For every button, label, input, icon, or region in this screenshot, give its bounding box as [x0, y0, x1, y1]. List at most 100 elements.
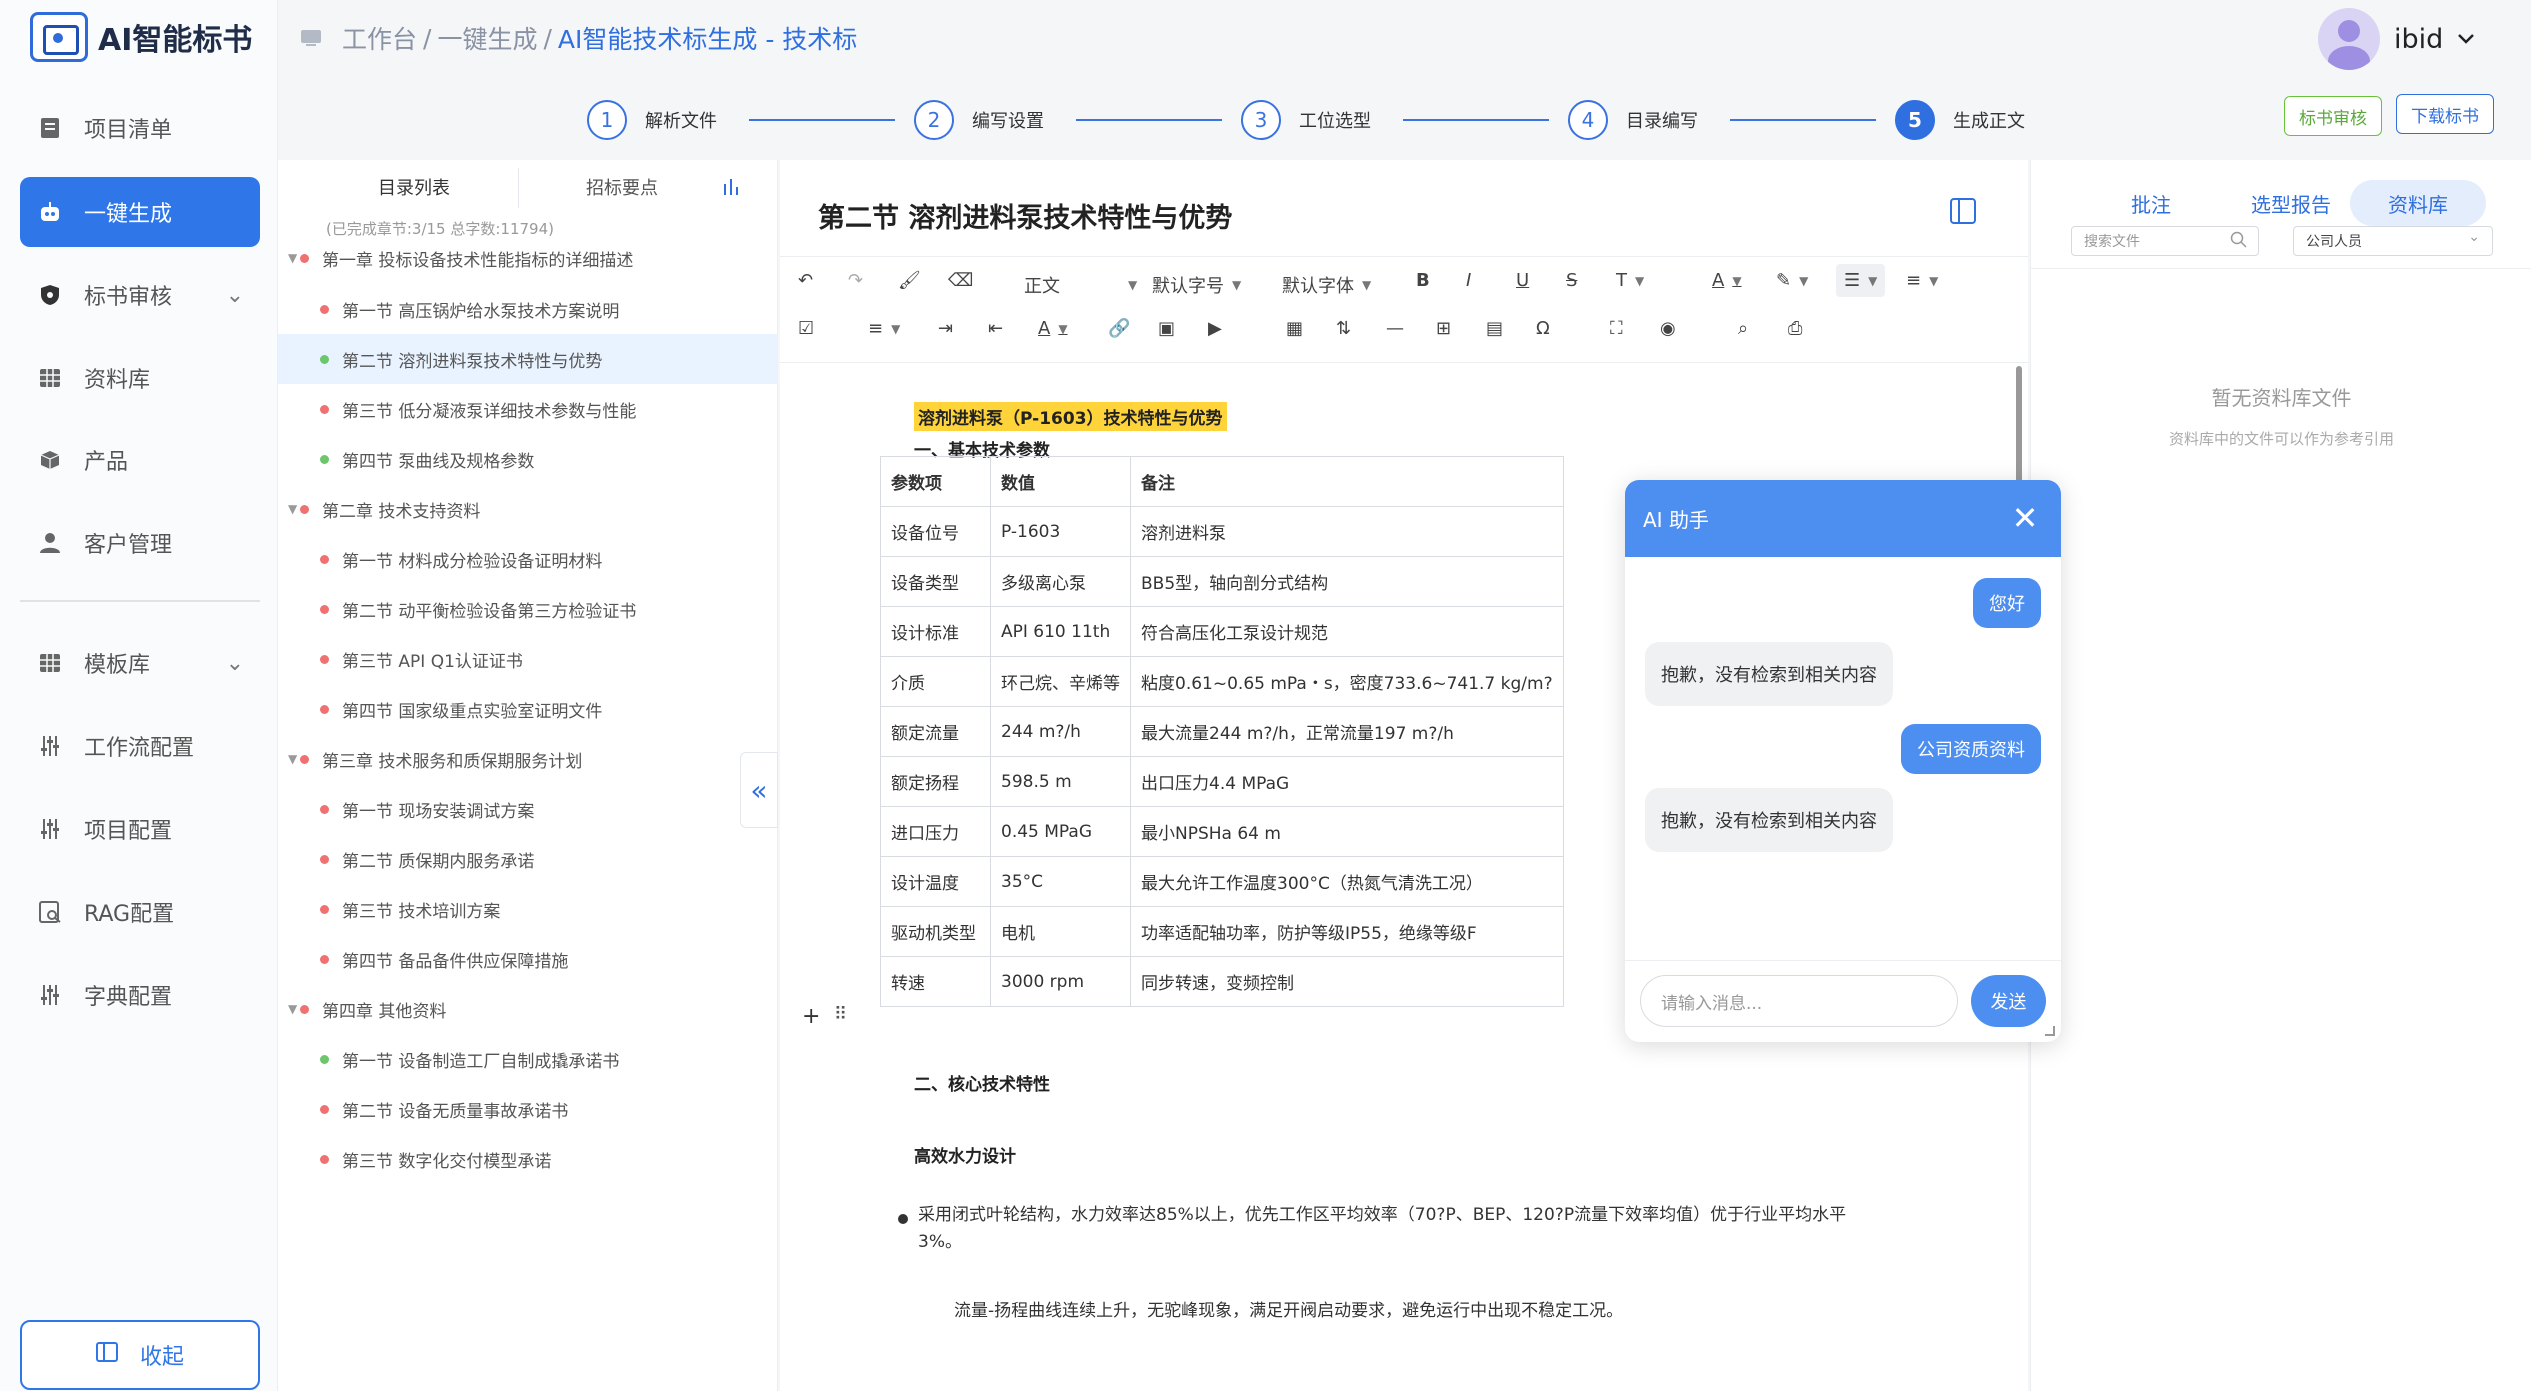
table-cell[interactable]: 设计标准 — [880, 606, 991, 657]
preview-icon[interactable]: ◉ — [1660, 318, 1676, 339]
step-station-selection[interactable]: 3 工位选型 — [1241, 100, 1371, 140]
sidebar-item-project-config[interactable]: 项目配置 — [20, 794, 260, 864]
toc-section-row[interactable]: 第三节 低分凝液泵详细技术参数与性能 — [278, 384, 778, 434]
resize-handle-icon[interactable] — [2045, 1026, 2055, 1036]
toc-chapter-row[interactable]: ▼ 第一章 投标设备技术性能指标的详细描述 — [278, 233, 778, 283]
stats-icon[interactable] — [722, 176, 740, 201]
italic-icon[interactable]: I — [1466, 270, 1471, 291]
panel-toggle-icon[interactable] — [1950, 198, 1976, 229]
tab-library[interactable]: 资料库 — [2350, 180, 2486, 226]
search-replace-icon[interactable]: ⌕ — [1738, 318, 1748, 339]
toc-section-row[interactable]: 第三节 技术培训方案 — [278, 884, 778, 934]
table-cell[interactable]: 粘度0.61~0.65 mPa・s，密度733.6~741.7 kg/m? — [1130, 656, 1564, 707]
eraser-icon[interactable]: ⌫ — [948, 270, 973, 291]
sidebar-item-bid-review[interactable]: 标书审核 ⌄ — [20, 260, 260, 330]
sidebar-item-product[interactable]: 产品 — [20, 425, 260, 495]
app-logo[interactable]: AI智能标书 — [30, 12, 252, 62]
send-button[interactable]: 发送 — [1971, 975, 2046, 1027]
toc-section-row[interactable]: 第二节 质保期内服务承诺 — [278, 834, 778, 884]
toc-section-row[interactable]: 第四节 备品备件供应保障措施 — [278, 934, 778, 984]
close-icon[interactable]: ✕ — [2005, 498, 2045, 538]
table-cell[interactable]: 额定流量 — [880, 706, 991, 757]
table-cell[interactable]: 3000 rpm — [990, 956, 1131, 1007]
toc-chapter-row[interactable]: ▼ 第二章 技术支持资料 — [278, 484, 778, 534]
toc-section-row[interactable]: 第一节 设备制造工厂自制成撬承诺书 — [278, 1034, 778, 1084]
table-cell[interactable]: 出口压力4.4 MPaG — [1130, 756, 1564, 807]
user-menu[interactable]: ibid — [2318, 8, 2475, 70]
table-cell[interactable]: 参数项 — [880, 456, 991, 507]
chevron-down-icon[interactable]: ▼ — [288, 251, 297, 265]
bold-icon[interactable]: B — [1416, 270, 1430, 291]
strikethrough-icon[interactable]: S — [1566, 270, 1577, 291]
table-cell[interactable]: 额定扬程 — [880, 756, 991, 807]
table-cell[interactable]: 功率适配轴功率，防护等级IP55，绝缘等级F — [1130, 906, 1564, 957]
sidebar-item-workflow-config[interactable]: 工作流配置 — [20, 711, 260, 781]
tab-bid-points[interactable]: 招标要点 — [586, 174, 658, 200]
editor-scrollbar[interactable] — [2016, 366, 2022, 486]
sidebar-item-rag-config[interactable]: RAG配置 — [20, 877, 260, 947]
toc-section-row[interactable]: 第四节 国家级重点实验室证明文件 — [278, 684, 778, 734]
format-painter-icon[interactable]: 🖌 — [898, 270, 921, 291]
special-char-icon[interactable]: Ω — [1536, 318, 1550, 339]
table-cell[interactable]: 设备类型 — [880, 556, 991, 607]
table-cell[interactable]: 最大允许工作温度300°C（热氮气清洗工况） — [1130, 856, 1564, 907]
sidebar-item-dictionary-config[interactable]: 字典配置 — [20, 960, 260, 1030]
toc-section-row[interactable]: 第四节 泵曲线及规格参数 — [278, 434, 778, 484]
attachment-icon[interactable]: ▤ — [1486, 318, 1503, 339]
owner-select[interactable]: 公司人员 ⌄ — [2293, 226, 2493, 256]
table-cell[interactable]: 备注 — [1130, 456, 1564, 507]
task-list-icon[interactable]: ☑ — [798, 318, 814, 339]
download-bid-button[interactable]: 下载标书 — [2396, 94, 2494, 134]
video-icon[interactable]: ▶ — [1208, 318, 1222, 339]
font-color-icon[interactable]: A ▼ — [1712, 270, 1742, 291]
table-cell[interactable]: BB5型，轴向剖分式结构 — [1130, 556, 1564, 607]
toc-section-row[interactable]: 第一节 现场安装调试方案 — [278, 784, 778, 834]
table-cell[interactable]: 转速 — [880, 956, 991, 1007]
file-search-input[interactable]: 搜索文件 — [2071, 226, 2259, 256]
toc-chapter-row[interactable]: ▼ 第四章 其他资料 — [278, 984, 778, 1034]
indent-icon[interactable]: ⇥ — [938, 318, 953, 339]
chevron-down-icon[interactable]: ▼ — [288, 502, 297, 516]
table-cell[interactable]: 35°C — [990, 856, 1131, 907]
table-cell[interactable]: 设备位号 — [880, 506, 991, 557]
bid-review-button[interactable]: 标书审核 — [2284, 96, 2382, 136]
table-cell[interactable]: 设计温度 — [880, 856, 991, 907]
bullet-list-icon[interactable]: ☰ ▼ — [1836, 264, 1886, 297]
numbered-list-icon[interactable]: ≡ ▼ — [1906, 270, 1938, 291]
table-cell[interactable]: 介质 — [880, 656, 991, 707]
add-block-icon[interactable]: + — [802, 1004, 820, 1029]
table-cell[interactable]: 数值 — [990, 456, 1131, 507]
toc-section-row[interactable]: 第二节 设备无质量事故承诺书 — [278, 1084, 778, 1134]
align-icon[interactable]: ≡ ▼ — [868, 318, 900, 339]
breadcrumb-item[interactable]: 一键生成 — [437, 20, 537, 56]
table-icon[interactable]: ▦ — [1286, 318, 1303, 339]
table-cell[interactable]: 最小NPSHa 64 m — [1130, 806, 1564, 857]
step-write-settings[interactable]: 2 编写设置 — [914, 100, 1044, 140]
sidebar-item-templates[interactable]: 模板库 ⌄ — [20, 628, 260, 698]
table-cell[interactable]: 进口压力 — [880, 806, 991, 857]
collapse-toc-button[interactable]: « — [740, 752, 778, 828]
step-generate-body[interactable]: 5 生成正文 — [1895, 100, 2025, 140]
table-cell[interactable]: API 610 11th — [990, 606, 1131, 657]
format-icon[interactable]: ⇅ — [1336, 318, 1351, 339]
table-cell[interactable]: 符合高压化工泵设计规范 — [1130, 606, 1564, 657]
table-cell[interactable]: 驱动机类型 — [880, 906, 991, 957]
toc-section-row[interactable]: 第一节 材料成分检验设备证明材料 — [278, 534, 778, 584]
table-cell[interactable]: 多级离心泵 — [990, 556, 1131, 607]
highlight-icon[interactable]: ✎ ▼ — [1776, 270, 1808, 291]
chevron-down-icon[interactable]: ▼ — [288, 1002, 297, 1016]
tab-selection-report[interactable]: 选型报告 — [2211, 180, 2371, 226]
chat-input[interactable]: 请输入消息... — [1640, 975, 1958, 1027]
tab-toc-list[interactable]: 目录列表 — [378, 174, 450, 200]
table-cell[interactable]: 244 m?/h — [990, 706, 1131, 757]
chevron-down-icon[interactable]: ▼ — [288, 752, 297, 766]
toc-section-row[interactable]: 第三节 数字化交付模型承诺 — [278, 1134, 778, 1184]
font-family-select[interactable]: 默认字体 ▼ — [1282, 272, 1371, 298]
paragraph-select[interactable]: 正文 ▼ — [1024, 272, 1137, 298]
table-cell[interactable]: 环己烷、辛烯等 — [990, 656, 1131, 707]
table-cell[interactable]: 电机 — [990, 906, 1131, 957]
drag-handle-icon[interactable]: ⠿ — [834, 1004, 847, 1025]
print-icon[interactable]: ⎙ — [1788, 318, 1802, 339]
insert-block-icon[interactable]: ⊞ — [1436, 318, 1451, 339]
sidebar-item-library[interactable]: 资料库 — [20, 343, 260, 413]
